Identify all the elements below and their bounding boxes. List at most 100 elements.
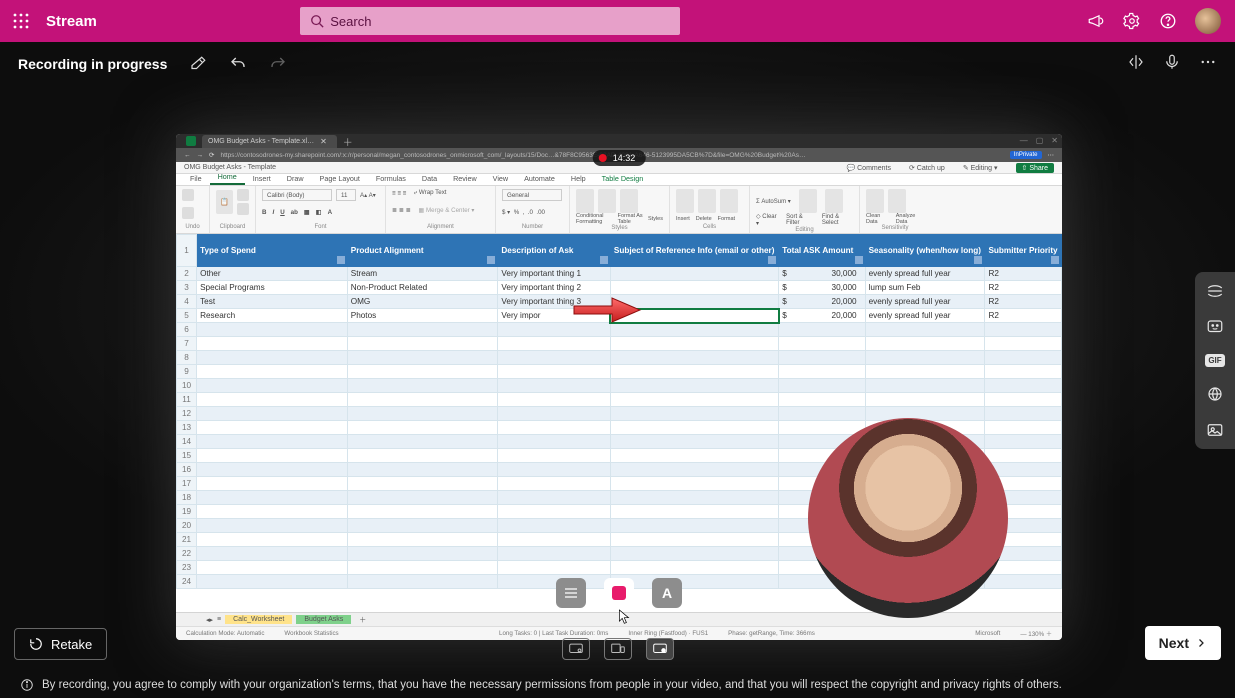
table-row[interactable]: 9 bbox=[177, 365, 1062, 379]
row-header[interactable]: 2 bbox=[177, 267, 197, 281]
row-header[interactable]: 17 bbox=[177, 477, 197, 491]
tab-automate[interactable]: Automate bbox=[516, 172, 563, 185]
retake-button[interactable]: Retake bbox=[14, 628, 107, 660]
row-header[interactable]: 9 bbox=[177, 365, 197, 379]
user-avatar[interactable] bbox=[1195, 8, 1221, 34]
col-subject[interactable]: Subject of Reference Info (email or othe… bbox=[610, 235, 778, 267]
redo-icon[interactable] bbox=[269, 55, 287, 73]
table-row[interactable]: 11 bbox=[177, 393, 1062, 407]
italic-icon[interactable]: I bbox=[272, 209, 274, 216]
sheet-tab-budget[interactable]: Budget Asks bbox=[296, 615, 351, 624]
row-header[interactable]: 10 bbox=[177, 379, 197, 393]
browser-more-icon[interactable]: ⋯ bbox=[1048, 151, 1055, 159]
editing-mode[interactable]: ✎ Editing ▾ bbox=[963, 164, 998, 172]
new-tab-icon[interactable]: ＋ bbox=[343, 134, 353, 149]
col-desc[interactable]: Description of Ask bbox=[498, 235, 610, 267]
cut-icon[interactable] bbox=[237, 189, 249, 201]
comments-button[interactable]: 💬 Comments bbox=[846, 164, 891, 172]
underline-icon[interactable]: U bbox=[280, 209, 284, 216]
cond-fmt-icon[interactable] bbox=[576, 189, 594, 213]
tab-review[interactable]: Review bbox=[445, 172, 485, 185]
row-header[interactable]: 16 bbox=[177, 463, 197, 477]
copy-icon[interactable] bbox=[237, 203, 249, 215]
row-header[interactable]: 5 bbox=[177, 309, 197, 323]
row-header-1[interactable]: 1 bbox=[177, 235, 197, 267]
col-amount[interactable]: Total ASK Amount bbox=[779, 235, 865, 267]
row-header[interactable]: 23 bbox=[177, 561, 197, 575]
format-cells-icon[interactable] bbox=[720, 189, 738, 213]
tab-pagelayout[interactable]: Page Layout bbox=[312, 172, 368, 185]
row-header[interactable]: 3 bbox=[177, 281, 197, 295]
undo-ribbon-icon[interactable] bbox=[182, 189, 194, 201]
nav-fwd-icon[interactable]: → bbox=[197, 152, 204, 159]
tab-draw[interactable]: Draw bbox=[279, 172, 312, 185]
add-sheet-icon[interactable]: ＋ bbox=[359, 615, 366, 625]
row-header[interactable]: 11 bbox=[177, 393, 197, 407]
paste-icon[interactable]: 📋 bbox=[216, 190, 233, 214]
table-row[interactable]: 12 bbox=[177, 407, 1062, 421]
table-row[interactable]: 5ResearchPhotosVery impor$20,000evenly s… bbox=[177, 309, 1062, 323]
table-row[interactable]: 3Special ProgramsNon-Product RelatedVery… bbox=[177, 281, 1062, 295]
table-row[interactable]: 8 bbox=[177, 351, 1062, 365]
col-product[interactable]: Product Alignment bbox=[347, 235, 498, 267]
tab-data[interactable]: Data bbox=[414, 172, 445, 185]
col-typeofspend[interactable]: Type of Spend bbox=[197, 235, 348, 267]
undo-icon[interactable] bbox=[229, 55, 247, 73]
help-icon[interactable] bbox=[1159, 12, 1177, 30]
row-header[interactable]: 4 bbox=[177, 295, 197, 309]
table-row[interactable]: 7 bbox=[177, 337, 1062, 351]
table-row[interactable]: 4TestOMGVery important thing 3$20,000eve… bbox=[177, 295, 1062, 309]
row-header[interactable]: 22 bbox=[177, 547, 197, 561]
bold-icon[interactable]: B bbox=[262, 209, 266, 216]
nav-refresh-icon[interactable]: ⟳ bbox=[209, 151, 214, 159]
gif-icon[interactable]: GIF bbox=[1205, 354, 1224, 367]
border-icon[interactable]: ▦ bbox=[304, 209, 310, 216]
number-format[interactable]: General bbox=[502, 189, 562, 201]
row-header[interactable]: 13 bbox=[177, 421, 197, 435]
blur-tool-icon[interactable] bbox=[556, 578, 586, 608]
presenter-webcam[interactable] bbox=[808, 418, 1008, 618]
strike-icon[interactable]: ab bbox=[291, 209, 298, 216]
megaphone-icon[interactable] bbox=[1087, 12, 1105, 30]
nav-back-icon[interactable]: ← bbox=[184, 152, 191, 159]
fill-icon[interactable]: ◧ bbox=[316, 209, 322, 216]
row-header[interactable]: 19 bbox=[177, 505, 197, 519]
row-header[interactable]: 7 bbox=[177, 337, 197, 351]
mirror-icon[interactable] bbox=[1127, 53, 1145, 76]
layout-cam-only-icon[interactable] bbox=[562, 638, 590, 660]
insert-cells-icon[interactable] bbox=[676, 189, 694, 213]
find-icon[interactable] bbox=[825, 189, 843, 213]
waffle-icon[interactable] bbox=[0, 13, 42, 29]
row-header[interactable]: 6 bbox=[177, 323, 197, 337]
row-header[interactable]: 21 bbox=[177, 533, 197, 547]
next-button[interactable]: Next bbox=[1145, 626, 1221, 660]
tab-formulas[interactable]: Formulas bbox=[368, 172, 414, 185]
layout-side-icon[interactable] bbox=[604, 638, 632, 660]
sheet-nav-icon[interactable]: ◂▸ bbox=[206, 616, 213, 624]
more-icon[interactable] bbox=[1199, 53, 1217, 76]
clean-icon[interactable] bbox=[866, 189, 884, 213]
font-size[interactable]: 11 bbox=[336, 189, 356, 201]
mic-icon[interactable] bbox=[1163, 53, 1181, 76]
tab-file[interactable]: File bbox=[182, 172, 210, 185]
row-header[interactable]: 18 bbox=[177, 491, 197, 505]
fmt-table-icon[interactable] bbox=[598, 189, 616, 213]
tab-view[interactable]: View bbox=[485, 172, 516, 185]
row-header[interactable]: 20 bbox=[177, 519, 197, 533]
sheet-tab-calc[interactable]: Calc_Worksheet bbox=[225, 615, 292, 624]
row-header[interactable]: 24 bbox=[177, 575, 197, 589]
styles-icon[interactable] bbox=[620, 189, 638, 213]
stop-recording-button[interactable] bbox=[604, 578, 634, 608]
row-header[interactable]: 15 bbox=[177, 449, 197, 463]
close-tab-icon[interactable]: ✕ bbox=[320, 137, 327, 146]
merge-center[interactable]: ▦ Merge & Center ▾ bbox=[418, 207, 474, 214]
redo-ribbon-icon[interactable] bbox=[182, 207, 194, 219]
filters-icon[interactable] bbox=[1206, 282, 1224, 300]
wrap-text[interactable]: ⤶ Wrap Text bbox=[414, 189, 447, 197]
table-row[interactable]: 6 bbox=[177, 323, 1062, 337]
browser-tab[interactable]: OMG Budget Asks - Template.xl… ✕ bbox=[202, 135, 337, 148]
search-input[interactable]: Search bbox=[300, 7, 680, 35]
sort-icon[interactable] bbox=[799, 189, 817, 213]
zoom-level[interactable]: 130% bbox=[1028, 631, 1044, 638]
tab-tabledesign[interactable]: Table Design bbox=[594, 172, 652, 185]
